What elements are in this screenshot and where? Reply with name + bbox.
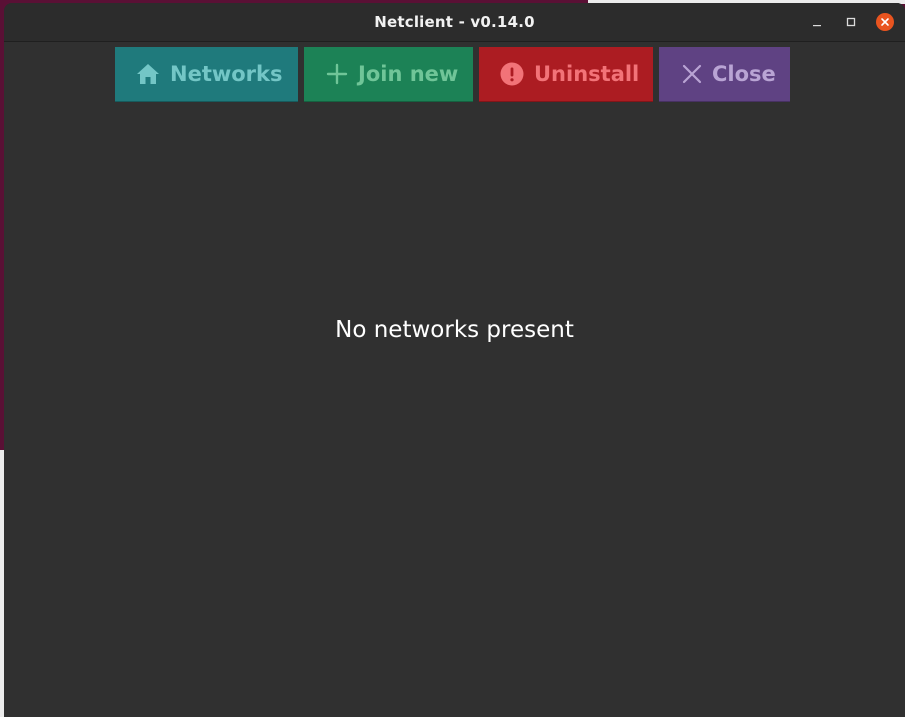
alert-circle-icon	[500, 62, 524, 86]
home-icon	[136, 63, 160, 85]
close-button-label: Close	[712, 62, 776, 86]
minimize-icon	[813, 25, 821, 27]
close-button[interactable]: Close	[659, 47, 790, 102]
join-new-button-label: Join new	[358, 62, 459, 86]
plus-icon	[326, 63, 348, 85]
close-icon	[881, 18, 889, 26]
uninstall-button-label: Uninstall	[534, 62, 640, 86]
title-bar[interactable]: Netclient - v0.14.0	[4, 3, 905, 42]
netclient-window: Netclient - v0.14.0 Networks Join new Un…	[4, 3, 905, 717]
maximize-button[interactable]	[842, 13, 860, 31]
window-close-button[interactable]	[876, 13, 894, 31]
x-icon	[682, 64, 702, 84]
networks-button[interactable]: Networks	[115, 47, 298, 102]
maximize-icon	[846, 17, 856, 27]
join-new-button[interactable]: Join new	[304, 47, 473, 102]
minimize-button[interactable]	[808, 13, 826, 31]
uninstall-button[interactable]: Uninstall	[479, 47, 653, 102]
empty-networks-message: No networks present	[335, 317, 574, 343]
window-title: Netclient - v0.14.0	[374, 13, 535, 31]
toolbar: Networks Join new Uninstall Close	[115, 47, 790, 102]
window-controls	[792, 13, 894, 31]
networks-button-label: Networks	[170, 62, 283, 86]
